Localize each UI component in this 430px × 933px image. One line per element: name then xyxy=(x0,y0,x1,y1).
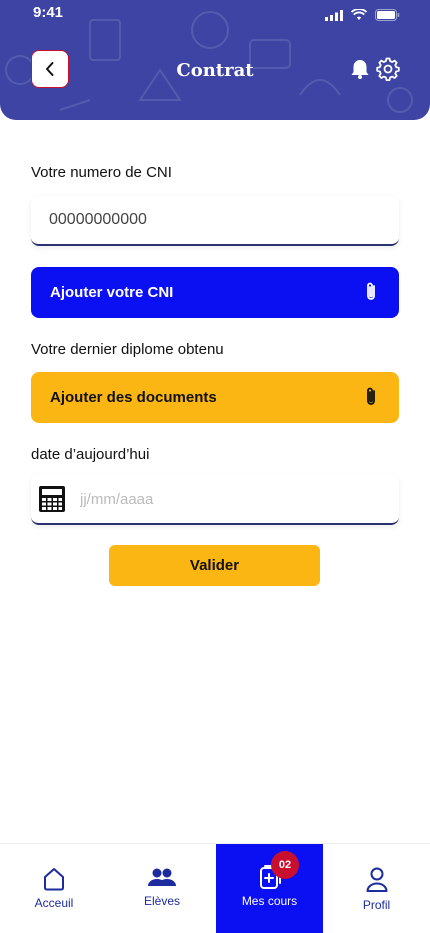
profile-icon xyxy=(366,867,387,892)
date-input-field[interactable] xyxy=(31,475,399,525)
nav-item-label: Elèves xyxy=(143,894,181,908)
date-label: date d’aujourd’hui xyxy=(31,446,150,463)
cni-input-field[interactable] xyxy=(31,196,399,246)
status-time: 9:41 xyxy=(33,4,64,21)
home-icon xyxy=(44,868,64,891)
calculator-icon xyxy=(39,486,65,512)
nav-item-label: Acceuil xyxy=(34,896,74,910)
add-cni-button[interactable]: Ajouter votre CNI xyxy=(31,267,399,318)
bell-icon[interactable] xyxy=(349,58,371,80)
gear-icon[interactable] xyxy=(376,57,400,81)
submit-button[interactable]: Valider xyxy=(109,545,320,586)
users-icon xyxy=(148,868,176,886)
notification-badge: 02 xyxy=(271,851,299,879)
nav-item-accueil[interactable]: Acceuil xyxy=(0,844,108,933)
app-header: 9:41 Contrat xyxy=(0,0,430,120)
wifi-icon xyxy=(351,9,367,20)
nav-item-label: Profil xyxy=(362,898,391,912)
add-documents-button[interactable]: Ajouter des documents xyxy=(31,372,399,423)
cni-label: Votre numero de CNI xyxy=(31,164,172,181)
cni-input[interactable] xyxy=(31,196,399,244)
paperclip-icon xyxy=(367,387,375,405)
add-documents-button-label: Ajouter des documents xyxy=(50,389,217,406)
status-icons xyxy=(325,9,400,21)
diploma-label: Votre dernier diplome obtenu xyxy=(31,341,224,358)
battery-icon xyxy=(375,9,400,21)
nav-item-profil[interactable]: Profil xyxy=(323,844,430,933)
date-input[interactable] xyxy=(78,475,378,523)
add-cni-button-label: Ajouter votre CNI xyxy=(50,284,174,301)
bottom-navigation: Acceuil Elèves Mes cours 02 Profil xyxy=(0,843,430,933)
nav-item-mes-cours[interactable]: Mes cours 02 xyxy=(216,844,323,933)
paperclip-icon xyxy=(367,282,375,300)
nav-item-label: Mes cours xyxy=(241,894,298,908)
signal-icon xyxy=(325,9,343,21)
status-bar: 9:41 xyxy=(0,0,430,28)
nav-item-eleves[interactable]: Elèves xyxy=(108,844,216,933)
